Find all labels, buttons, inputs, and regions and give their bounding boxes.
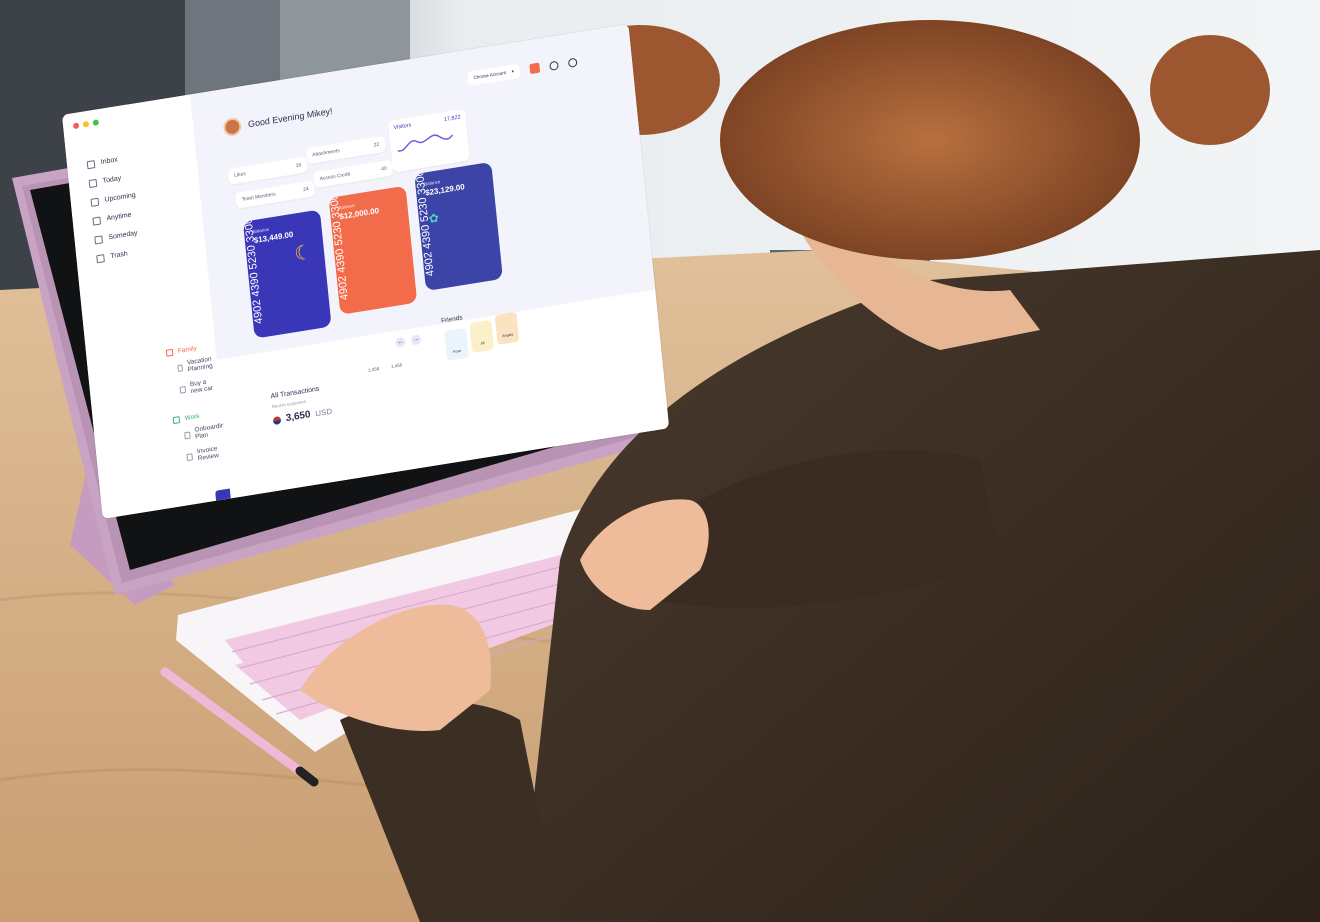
photo-scene: Inbox Today Upcoming Anytime Someday Tra… (0, 0, 1320, 922)
visitors-sparkline (397, 134, 454, 152)
stat-chip-access-credit[interactable]: Access Credit 40 (313, 159, 394, 189)
avatar[interactable] (222, 116, 243, 138)
arrow-right-icon[interactable]: → (410, 334, 422, 346)
balance-card-3[interactable]: Balance $23,129.00 ✿ 4902 4390 5230 3300 (414, 161, 503, 292)
app-main: Good Evening Mikey! Choose Account ▾ Like… (190, 24, 670, 499)
checkbox-icon[interactable] (179, 385, 186, 394)
greeting: Good Evening Mikey! (222, 102, 334, 138)
user-icon[interactable] (567, 57, 578, 68)
person-hair (720, 20, 1140, 260)
group-family: Family Vacation Planning Buy a new car (165, 342, 221, 406)
moon-icon: ☾ (293, 241, 314, 266)
maximize-dot[interactable] (92, 119, 100, 127)
task-item[interactable]: Vacation Planning (177, 355, 218, 375)
trash-icon (96, 253, 105, 263)
chevron-down-icon: ▾ (511, 68, 515, 74)
close-dot[interactable] (72, 122, 80, 130)
arrow-left-icon[interactable]: ← (394, 336, 406, 349)
balance-card-2[interactable]: Balance $12,000.00 4902 4390 5230 3300 (328, 185, 418, 315)
window-controls (72, 119, 100, 130)
stat-chip-attachments[interactable]: Attachments 22 (305, 135, 386, 165)
checkbox-icon[interactable] (184, 431, 191, 439)
group-family-header[interactable]: Family (165, 342, 216, 357)
calendar-icon (90, 197, 100, 207)
folder-icon (165, 348, 174, 357)
stat-chip-team-members[interactable]: Team Members 24 (235, 180, 316, 209)
orange-action-button[interactable] (529, 62, 541, 75)
account-select[interactable]: Choose Account ▾ (467, 63, 521, 87)
stat-chip-likes[interactable]: Likes 16 (227, 156, 308, 185)
sidebar-nav: Inbox Today Upcoming Anytime Someday Tra… (86, 148, 142, 268)
folder-icon (172, 416, 181, 425)
friend-card[interactable]: Angela (494, 311, 520, 345)
bell-icon[interactable] (549, 60, 559, 71)
task-item[interactable]: Buy a new car (179, 377, 220, 397)
layers-icon (92, 216, 102, 226)
box-icon (94, 234, 103, 245)
top-bar: Choose Account ▾ (467, 55, 578, 87)
friend-card[interactable]: Jill (469, 319, 495, 353)
friend-card[interactable]: Rose (444, 327, 469, 362)
visitors-widget[interactable]: Visitors 17,822 (387, 108, 470, 173)
star-icon (88, 178, 98, 188)
checkbox-icon[interactable] (177, 363, 183, 372)
us-flag-icon (272, 415, 282, 425)
inbox-icon (86, 159, 96, 169)
checkbox-icon[interactable] (186, 452, 193, 461)
minimize-dot[interactable] (82, 120, 90, 128)
balance-card-1[interactable]: Balance $13,449.00 ☾ 4902 4390 5230 3300 (242, 209, 332, 339)
